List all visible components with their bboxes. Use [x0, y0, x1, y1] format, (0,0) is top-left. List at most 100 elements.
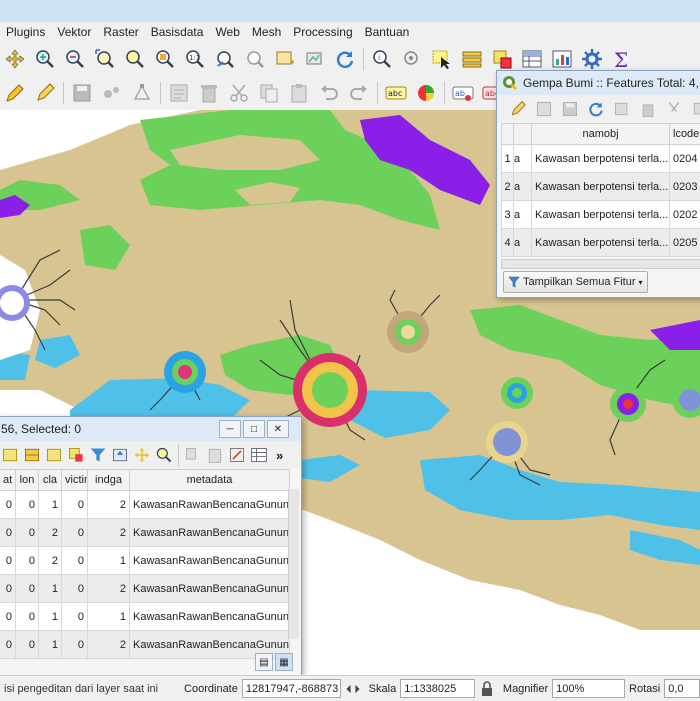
delete-selected-icon[interactable]	[198, 82, 220, 104]
copy-rows-icon[interactable]	[184, 446, 202, 464]
menu-item-vektor[interactable]: Vektor	[51, 25, 97, 39]
attribute-table-title-bar[interactable]: 56, Selected: 0 ─ □ ✕	[0, 417, 301, 441]
cell-metadata[interactable]: KawasanRawanBencanaGunung	[130, 547, 290, 575]
table-row[interactable]: 2 a Kawasan berpotensi terla... 0203	[502, 173, 700, 201]
toggle-editing-icon[interactable]	[509, 100, 527, 118]
column-header-cla[interactable]: cla	[39, 470, 62, 491]
cell-indga[interactable]: 1	[88, 547, 130, 575]
cell-lcode[interactable]: 0202	[670, 201, 700, 229]
rotation-field[interactable]: 0,0	[664, 679, 700, 698]
zoom-to-selected-icon[interactable]	[155, 446, 173, 464]
cell-indga[interactable]: 2	[88, 631, 130, 659]
minimize-button[interactable]: ─	[219, 420, 241, 438]
new-3d-map-view-icon[interactable]	[304, 48, 326, 70]
cell-cla[interactable]: 1	[39, 631, 62, 659]
table-view-icon[interactable]: ▦	[275, 653, 293, 671]
cell-lcode[interactable]: 0205	[670, 229, 700, 257]
modify-attributes-icon[interactable]	[168, 82, 190, 104]
invert-selection-icon[interactable]	[45, 446, 63, 464]
cell-indga[interactable]: 2	[88, 575, 130, 603]
filter-icon[interactable]	[89, 446, 107, 464]
cell-metadata[interactable]: KawasanRawanBencanaGunung	[130, 519, 290, 547]
cell-metadata[interactable]: KawasanRawanBencanaGunung	[130, 491, 290, 519]
current-edits-icon[interactable]	[4, 82, 26, 104]
table-row[interactable]: 0 0 1 0 1 KawasanRawanBencanaGunung	[0, 603, 290, 631]
cell-namobj[interactable]: Kawasan berpotensi terla...	[532, 173, 670, 201]
zoom-to-layer-icon[interactable]	[154, 48, 176, 70]
table-row[interactable]: 0 0 2 0 2 KawasanRawanBencanaGunung	[0, 519, 290, 547]
cell-lon[interactable]: 0	[16, 519, 39, 547]
cell-cla[interactable]: 1	[39, 603, 62, 631]
form-view-icon[interactable]: ▤	[255, 653, 273, 671]
column-header-namobj[interactable]: namobj	[532, 124, 670, 145]
cell-metadata[interactable]: KawasanRawanBencanaGunung	[130, 575, 290, 603]
deselect-all-icon[interactable]	[67, 446, 85, 464]
delete-feature-icon[interactable]	[639, 100, 657, 118]
more-tools-button[interactable]: »	[276, 448, 283, 463]
select-features-icon[interactable]	[431, 48, 453, 70]
run-feature-action-icon[interactable]	[401, 48, 423, 70]
zoom-next-icon[interactable]	[244, 48, 266, 70]
highlight-pinned-labels-icon[interactable]: ab	[452, 82, 474, 104]
cell-lon[interactable]: 0	[16, 491, 39, 519]
cell-victim[interactable]: 0	[62, 631, 88, 659]
table-row[interactable]: 3 a Kawasan berpotensi terla... 0202	[502, 201, 700, 229]
cell-lat[interactable]: 0	[0, 631, 16, 659]
cell-indga[interactable]: 1	[88, 603, 130, 631]
cell-indga[interactable]: 2	[88, 491, 130, 519]
pan-to-selected-icon[interactable]	[133, 446, 151, 464]
save-edits-icon[interactable]	[71, 82, 93, 104]
paste-rows-icon[interactable]	[206, 446, 224, 464]
cell-victim[interactable]: 0	[62, 519, 88, 547]
cell-victim[interactable]: 0	[62, 491, 88, 519]
cut-icon[interactable]	[665, 100, 683, 118]
cell-cla[interactable]: 2	[39, 547, 62, 575]
copy-icon[interactable]	[691, 100, 700, 118]
table-row[interactable]: 0 0 2 0 1 KawasanRawanBencanaGunung	[0, 547, 290, 575]
maximize-button[interactable]: □	[243, 420, 265, 438]
conditional-formatting-icon[interactable]	[250, 446, 268, 464]
cell-lon[interactable]: 0	[16, 575, 39, 603]
cut-features-icon[interactable]	[228, 82, 250, 104]
reload-table-icon[interactable]	[587, 100, 605, 118]
copy-features-icon[interactable]	[258, 82, 280, 104]
column-header-lat[interactable]: at	[0, 470, 16, 491]
identify-features-icon[interactable]: i	[371, 48, 393, 70]
column-header-lcode[interactable]: lcode	[670, 124, 700, 145]
magnifier-field[interactable]: 100%	[552, 679, 625, 698]
close-button[interactable]: ✕	[267, 420, 289, 438]
refresh-icon[interactable]	[334, 48, 356, 70]
zoom-last-icon[interactable]	[214, 48, 236, 70]
zoom-full-icon[interactable]	[94, 48, 116, 70]
digitize-icon[interactable]	[101, 82, 123, 104]
new-map-view-icon[interactable]	[274, 48, 296, 70]
menu-item-mesh[interactable]: Mesh	[246, 25, 287, 39]
table-row[interactable]: 4 a Kawasan berpotensi terla... 0205	[502, 229, 700, 257]
save-edits-icon[interactable]	[561, 100, 579, 118]
table-row[interactable]: 1 a Kawasan berpotensi terla... 0204	[502, 145, 700, 173]
row-number[interactable]: 2	[502, 173, 514, 201]
row-number[interactable]: 3	[502, 201, 514, 229]
menu-item-processing[interactable]: Processing	[287, 25, 358, 39]
cell-lat[interactable]: 0	[0, 519, 16, 547]
cell-lon[interactable]: 0	[16, 631, 39, 659]
show-all-features-button[interactable]: Tampilkan Semua Fitur ▾	[503, 271, 648, 293]
coordinate-field[interactable]: 12817947,-868873	[242, 679, 341, 698]
attribute-table-title-bar[interactable]: Gempa Bumi :: Features Total: 4, Filte	[497, 71, 700, 95]
cell-lon[interactable]: 0	[16, 603, 39, 631]
field-calculator-icon[interactable]: Σ	[611, 48, 633, 70]
volcano-marker[interactable]	[293, 353, 367, 427]
cell-victim[interactable]: 0	[62, 575, 88, 603]
cell-lat[interactable]: 0	[0, 491, 16, 519]
menu-item-bantuan[interactable]: Bantuan	[359, 25, 416, 39]
select-by-value-icon[interactable]	[461, 48, 483, 70]
cell-cla[interactable]: 2	[39, 519, 62, 547]
cell-lat[interactable]: 0	[0, 575, 16, 603]
table-row[interactable]: 0 0 1 0 2 KawasanRawanBencanaGunung	[0, 575, 290, 603]
menu-item-basisdata[interactable]: Basisdata	[145, 25, 210, 39]
add-feature-icon[interactable]	[613, 100, 631, 118]
menu-item-web[interactable]: Web	[209, 25, 245, 39]
scale-field[interactable]: 1:1338025	[400, 679, 475, 698]
vertical-scrollbar[interactable]	[288, 489, 299, 639]
cell-indga[interactable]: 2	[88, 519, 130, 547]
